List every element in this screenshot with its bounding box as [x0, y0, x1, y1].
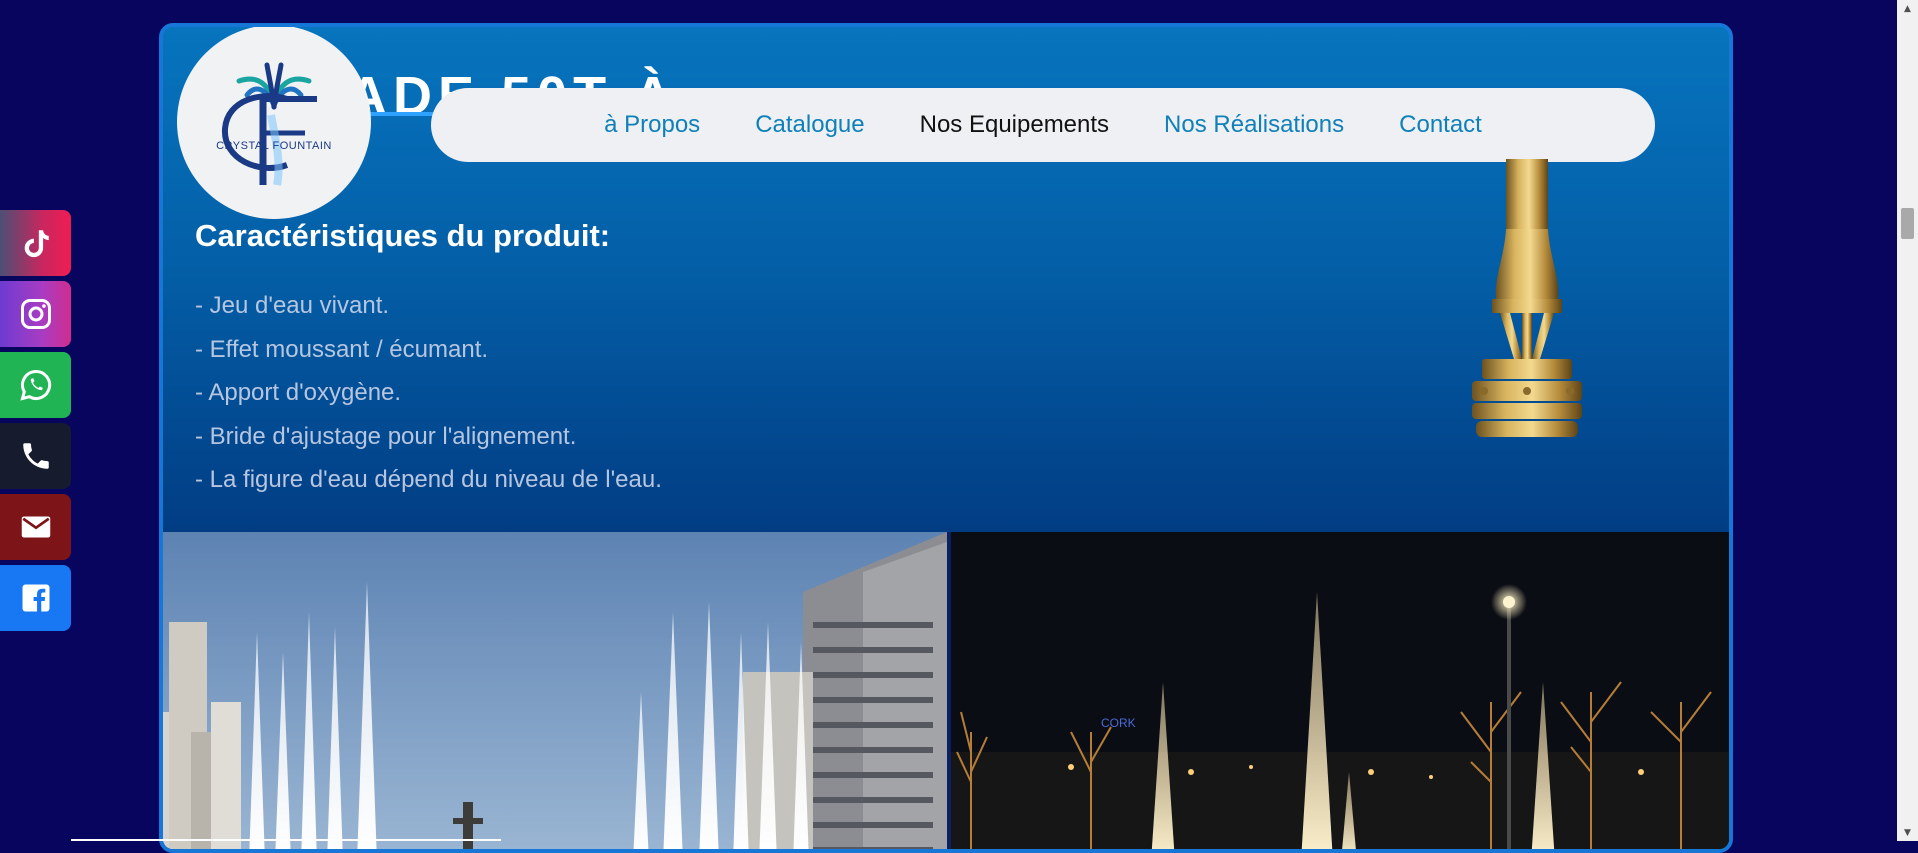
nav-item-catalogue[interactable]: Catalogue [755, 111, 864, 139]
email-button[interactable] [0, 494, 71, 560]
instagram-button[interactable] [0, 281, 71, 347]
phone-button[interactable] [0, 423, 71, 489]
phone-icon [22, 443, 49, 469]
feature-item: - La figure d'eau dépend du niveau de l'… [195, 466, 662, 493]
social-bar [0, 210, 71, 636]
scroll-up-arrow-icon[interactable]: ▲ [1897, 0, 1918, 17]
scroll-down-arrow-icon[interactable]: ▼ [1897, 824, 1918, 841]
feature-item: - Effet moussant / écumant. [195, 335, 489, 363]
product-card: ADE 50T À CRYSTAL FOUNTAIN à Propos Cata… [159, 23, 1733, 853]
whatsapp-button[interactable] [0, 352, 71, 418]
feature-item: - Bride d'ajustage pour l'alignement. [195, 422, 577, 450]
email-icon [21, 516, 50, 538]
facebook-button[interactable] [0, 565, 71, 631]
features-list: - Jeu d'eau vivant. - Effet moussant / é… [195, 291, 662, 509]
tiktok-icon [24, 230, 49, 258]
logo-fountain-icon [221, 62, 317, 186]
nav-item-nos-equipements[interactable]: Nos Equipements [920, 111, 1109, 139]
photo-night-fountain: CORK [951, 532, 1729, 849]
logo-text: CRYSTAL FOUNTAIN [216, 140, 332, 152]
tiktok-button[interactable] [0, 210, 71, 276]
nav-item-nos-realisations[interactable]: Nos Réalisations [1164, 111, 1344, 139]
photo-daytime-fountain [163, 532, 947, 849]
features-title: Caractéristiques du produit: [195, 218, 611, 253]
main-nav: à Propos Catalogue Nos Equipements Nos R… [431, 88, 1655, 162]
feature-item: - Jeu d'eau vivant. [195, 292, 390, 319]
nav-item-contact[interactable]: Contact [1399, 111, 1482, 139]
whatsapp-icon [19, 369, 51, 401]
nozzle-product-image [1472, 159, 1582, 437]
nav-item-a-propos[interactable]: à Propos [604, 111, 700, 139]
scroll-thumb[interactable] [1901, 208, 1914, 239]
instagram-icon [20, 299, 51, 329]
facebook-icon [22, 584, 49, 612]
svg-text:CORK: CORK [1101, 716, 1136, 730]
site-logo[interactable]: CRYSTAL FOUNTAIN [177, 27, 371, 219]
feature-item: - Apport d'oxygène. [195, 379, 402, 406]
vertical-scrollbar[interactable]: ▲ ▼ [1897, 0, 1918, 841]
